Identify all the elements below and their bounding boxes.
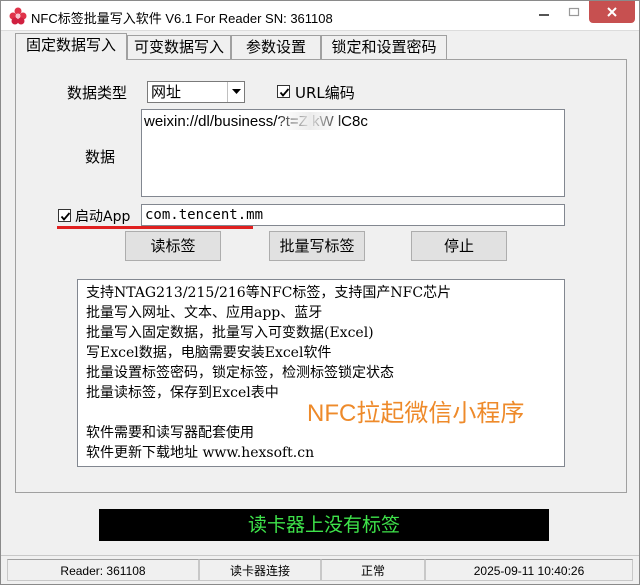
info-line: 写Excel数据，电脑需要安装Excel软件 [86, 345, 332, 361]
info-line: 批量写入固定数据，批量写入可变数据(Excel) [86, 325, 374, 341]
info-line: 软件更新下载地址 www.hexsoft.cn [86, 445, 315, 461]
status-bar: Reader: 361108 读卡器连接 正常 2025-09-11 10:40… [1, 555, 639, 583]
batch-write-button[interactable]: 批量写标签 [269, 231, 365, 261]
title-bar[interactable]: NFC标签批量写入软件 V6.1 For Reader SN: 361108 [1, 1, 639, 31]
data-type-select[interactable]: 网址 [147, 81, 245, 103]
overlay-caption: NFC拉起微信小程序 [307, 400, 525, 427]
tab-parameters[interactable]: 参数设置 [231, 35, 321, 59]
window-title: NFC标签批量写入软件 V6.1 For Reader SN: 361108 [31, 11, 333, 26]
close-icon [606, 6, 618, 18]
launch-app-input[interactable]: com.tencent.mm [141, 204, 565, 226]
stop-button[interactable]: 停止 [411, 231, 507, 261]
tag-status-banner: 读卡器上没有标签 [99, 509, 549, 541]
close-button[interactable] [589, 1, 635, 23]
status-datetime: 2025-09-11 10:40:26 [425, 559, 633, 581]
info-line: 支持NTAG213/215/216等NFC标签，支持国产NFC芯片 [86, 285, 452, 301]
data-textarea[interactable]: weixin://dl/business/?t=Z kW lC8c [141, 109, 565, 197]
tab-variable-data[interactable]: 可变数据写入 [127, 35, 231, 59]
read-tag-button[interactable]: 读标签 [125, 231, 221, 261]
data-type-label: 数据类型 [67, 84, 128, 102]
data-type-value: 网址 [151, 83, 182, 101]
app-window: NFC标签批量写入软件 V6.1 For Reader SN: 361108 固… [0, 0, 640, 585]
minimize-button[interactable] [529, 1, 559, 23]
checkmark-icon [60, 212, 71, 221]
url-encode-label: URL编码 [295, 84, 355, 102]
info-line: 批量设置标签密码，锁定标签，检测标签锁定状态 [86, 365, 394, 381]
app-flower-icon [9, 7, 27, 25]
info-textarea[interactable]: 支持NTAG213/215/216等NFC标签，支持国产NFC芯片 批量写入网址… [77, 279, 565, 467]
status-reader: Reader: 361108 [7, 559, 199, 581]
chevron-down-icon[interactable] [227, 82, 244, 102]
status-connection: 读卡器连接 [199, 559, 321, 581]
maximize-button[interactable] [559, 1, 589, 23]
redaction-blur [280, 112, 340, 130]
tab-fixed-data[interactable]: 固定数据写入 [15, 33, 127, 60]
info-line: 批量写入网址、文本、应用app、蓝牙 [86, 305, 323, 321]
data-label: 数据 [85, 148, 116, 166]
launch-app-label: 启动App [75, 209, 131, 225]
tab-lock-password[interactable]: 锁定和设置密码 [321, 35, 447, 59]
maximize-icon [568, 7, 580, 17]
url-encode-checkbox[interactable] [277, 85, 290, 98]
status-state: 正常 [321, 559, 425, 581]
checkmark-icon [279, 88, 290, 97]
annotation-underline [57, 226, 253, 229]
minimize-icon [538, 7, 550, 17]
launch-app-checkbox[interactable] [58, 209, 71, 222]
